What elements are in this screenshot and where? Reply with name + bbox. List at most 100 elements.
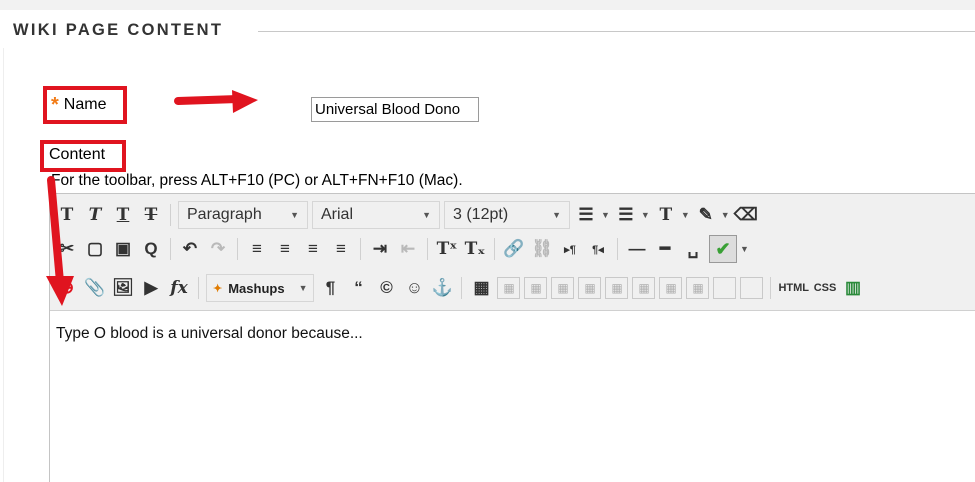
table-split-cells-icon[interactable]: ▦ xyxy=(659,277,683,299)
toolbar-separator xyxy=(170,204,171,226)
section-divider xyxy=(258,31,975,32)
font-size-dropdown[interactable]: 3 (12pt) ▼ xyxy=(444,201,570,229)
html-source-button[interactable]: HTML xyxy=(778,275,809,301)
top-border xyxy=(0,0,975,10)
table-delete-row-icon[interactable]: ▦ xyxy=(551,277,575,299)
cut-icon[interactable]: ✂ xyxy=(55,236,79,262)
right-arrow-icon xyxy=(174,90,258,113)
table-delete-col-icon[interactable]: ▦ xyxy=(632,277,656,299)
mashups-label: Mashups xyxy=(228,280,285,296)
mashup-grid-icon[interactable]: ▥ xyxy=(841,275,865,301)
superscript-icon[interactable]: Tˣ xyxy=(435,236,459,262)
chevron-down-icon: ▼ xyxy=(298,283,308,293)
numbered-list-icon[interactable]: ☰ xyxy=(614,202,638,228)
font-family-value: Arial xyxy=(321,206,354,223)
font-family-dropdown[interactable]: Arial ▼ xyxy=(312,201,440,229)
find-icon[interactable]: Q xyxy=(139,236,163,262)
emoticon-icon[interactable]: ☺ xyxy=(402,275,426,301)
blockquote-icon[interactable]: “ xyxy=(346,275,370,301)
undo-icon[interactable]: ↶ xyxy=(178,236,202,262)
table-col-before-icon[interactable]: ▦ xyxy=(578,277,602,299)
toolbar-row-3: ⊕ 📎 🖼 ▶ fx ✦ Mashups ▼ ¶ “ © ☺ ⚓ ▦ ▦ ▦ ▦… xyxy=(55,273,865,303)
table-col-after-icon[interactable]: ▦ xyxy=(605,277,629,299)
strikethrough-icon[interactable]: T xyxy=(139,202,163,228)
pilcrow-icon[interactable]: ¶ xyxy=(318,275,342,301)
align-left-icon[interactable]: ≡ xyxy=(245,236,269,262)
css-editor-button[interactable]: CSS xyxy=(813,275,837,301)
chevron-down-icon: ▼ xyxy=(290,210,299,220)
paste-icon[interactable]: ▣ xyxy=(111,236,135,262)
editor-body-text[interactable]: Type O blood is a universal donor becaus… xyxy=(56,325,363,343)
chevron-down-icon[interactable]: ▼ xyxy=(721,210,730,220)
unlink-icon[interactable]: ⛓ xyxy=(530,236,554,262)
math-formula-icon[interactable]: fx xyxy=(167,275,191,301)
eraser-icon[interactable]: ⌫ xyxy=(734,202,758,228)
mashups-dropdown[interactable]: ✦ Mashups ▼ xyxy=(206,274,315,302)
underline-icon[interactable]: T xyxy=(111,202,135,228)
outdent-icon[interactable]: ⇤ xyxy=(396,236,420,262)
justify-icon[interactable]: ≡ xyxy=(329,236,353,262)
font-size-value: 3 (12pt) xyxy=(453,206,509,223)
chevron-down-icon: ▼ xyxy=(552,210,561,220)
chevron-down-icon[interactable]: ▼ xyxy=(601,210,610,220)
toolbar-separator xyxy=(360,238,361,260)
toolbar-separator xyxy=(237,238,238,260)
insert-content-icon[interactable]: ⊕ xyxy=(55,275,79,301)
table-row-props-icon[interactable] xyxy=(713,277,737,299)
toolbar-row-2: ✂ ▢ ▣ Q ↶ ↷ ≡ ≡ ≡ ≡ ⇥ ⇤ Tˣ Tₓ 🔗 ⛓ ▸¶ ¶◂ … xyxy=(55,234,749,264)
required-asterisk-icon: * xyxy=(51,94,59,116)
paragraph-format-value: Paragraph xyxy=(187,206,262,223)
rtl-direction-icon[interactable]: ¶◂ xyxy=(586,236,610,262)
align-center-icon[interactable]: ≡ xyxy=(273,236,297,262)
toolbar-row-1: T T T T Paragraph ▼ Arial ▼ 3 (12pt) ▼ ☰ ▼ … xyxy=(55,200,758,230)
chevron-down-icon[interactable]: ▼ xyxy=(740,244,749,254)
table-row-after-icon[interactable]: ▦ xyxy=(524,277,548,299)
paragraph-format-dropdown[interactable]: Paragraph ▼ xyxy=(178,201,308,229)
toolbar-separator xyxy=(770,277,772,299)
highlight-icon[interactable]: ✎ xyxy=(694,202,718,228)
toolbar-separator xyxy=(494,238,495,260)
chevron-down-icon[interactable]: ▼ xyxy=(641,210,650,220)
toolbar-separator xyxy=(461,277,463,299)
indent-icon[interactable]: ⇥ xyxy=(368,236,392,262)
name-label-group: * Name xyxy=(51,94,107,116)
name-label: Name xyxy=(63,96,107,113)
content-label: Content xyxy=(49,146,106,163)
toolbar-separator xyxy=(427,238,428,260)
text-color-icon[interactable]: T xyxy=(654,202,678,228)
section-title: WIKI PAGE CONTENT xyxy=(13,21,224,39)
link-icon[interactable]: 🔗 xyxy=(502,236,526,262)
table-icon[interactable]: ▦ xyxy=(469,275,493,301)
table-merge-cells-icon[interactable]: ▦ xyxy=(686,277,710,299)
toolbar-hint: For the toolbar, press ALT+F10 (PC) or A… xyxy=(51,172,463,189)
toolbar-separator xyxy=(198,277,199,299)
anchor-icon[interactable]: ⚓ xyxy=(430,275,454,301)
bold-icon[interactable]: T xyxy=(55,202,79,228)
ltr-direction-icon[interactable]: ▸¶ xyxy=(558,236,582,262)
toolbar-separator xyxy=(617,238,618,260)
thick-rule-icon[interactable]: ━ xyxy=(653,236,677,262)
chevron-down-icon[interactable]: ▼ xyxy=(681,210,690,220)
panel-edge xyxy=(3,48,4,482)
table-cell-props-icon[interactable] xyxy=(740,277,764,299)
mashups-icon: ✦ xyxy=(213,282,223,295)
toolbar-separator xyxy=(170,238,171,260)
copy-icon[interactable]: ▢ xyxy=(83,236,107,262)
chevron-down-icon: ▼ xyxy=(422,210,431,220)
media-icon[interactable]: ▶ xyxy=(139,275,163,301)
copyright-icon[interactable]: © xyxy=(374,275,398,301)
bullet-list-icon[interactable]: ☰ xyxy=(574,202,598,228)
editor-toolbar: T T T T Paragraph ▼ Arial ▼ 3 (12pt) ▼ ☰ ▼ … xyxy=(50,194,975,311)
image-icon[interactable]: 🖼 xyxy=(111,275,135,301)
spellcheck-icon[interactable]: ✔ xyxy=(709,235,737,263)
table-row-before-icon[interactable]: ▦ xyxy=(497,277,521,299)
rich-text-editor: T T T T Paragraph ▼ Arial ▼ 3 (12pt) ▼ ☰ ▼ … xyxy=(49,193,975,482)
subscript-icon[interactable]: Tₓ xyxy=(463,236,487,262)
align-right-icon[interactable]: ≡ xyxy=(301,236,325,262)
horizontal-rule-icon[interactable]: — xyxy=(625,236,649,262)
redo-icon[interactable]: ↷ xyxy=(206,236,230,262)
nonbreaking-space-icon[interactable]: ␣ xyxy=(681,236,705,262)
italic-icon[interactable]: T xyxy=(83,202,107,228)
name-input[interactable] xyxy=(311,97,479,122)
attachment-icon[interactable]: 📎 xyxy=(83,275,107,301)
